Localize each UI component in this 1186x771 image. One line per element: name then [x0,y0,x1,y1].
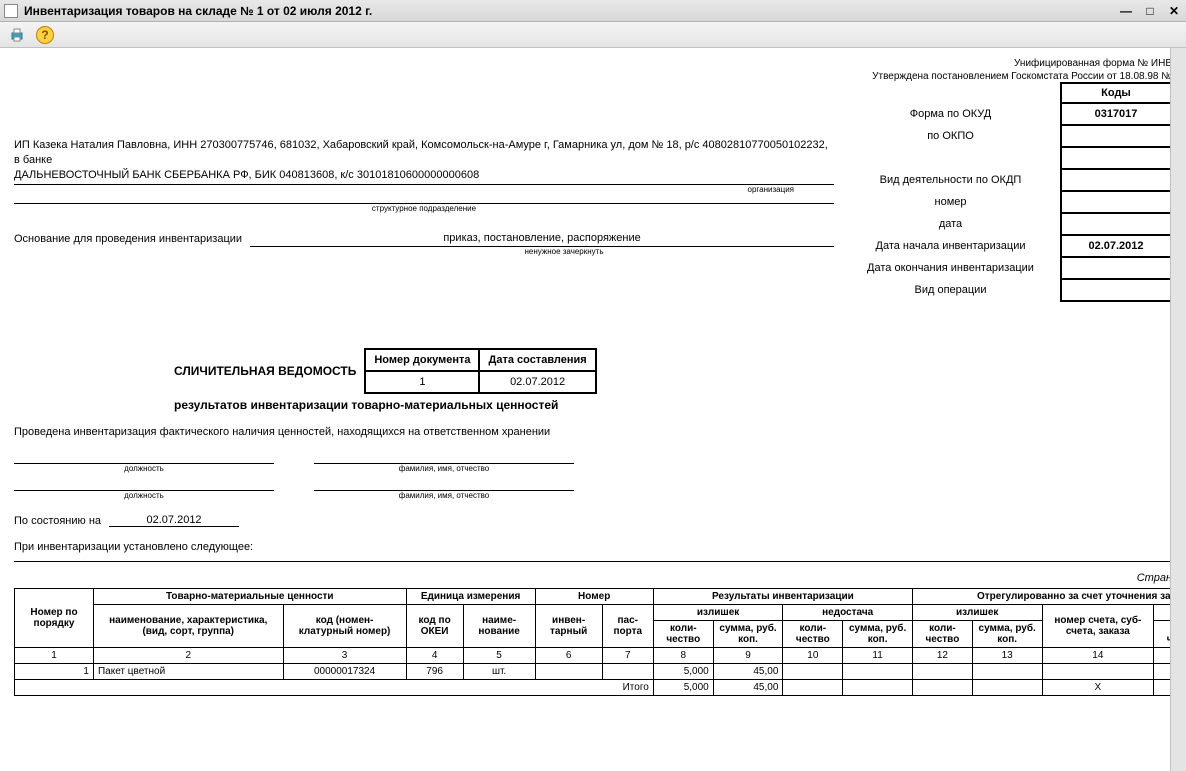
window-title: Инвентаризация товаров на складе № 1 от … [24,4,372,18]
basis-caption: ненужное зачеркнуть [294,247,834,258]
number-value [1061,191,1171,213]
vertical-scrollbar[interactable] [1170,48,1186,771]
print-button[interactable] [6,24,28,46]
maximize-button[interactable]: □ [1142,4,1158,18]
form-meta-line1: Унифицированная форма № ИНВ [14,58,1172,69]
org-caption: организация [14,185,834,196]
start-value: 02.07.2012 [1061,235,1171,257]
findings-paragraph: При инвентаризации установлено следующее… [14,541,1172,553]
date-value [1061,213,1171,235]
okdp-value [1061,169,1171,191]
close-button[interactable]: ✕ [1166,4,1182,18]
end-label: Дата окончания инвентаризации [841,257,1061,279]
basis-label: Основание для проведения инвентаризации [14,232,242,247]
gap1 [1061,147,1171,169]
sig-name-2: фамилия, имя, отчество [314,491,574,500]
codes-block: Коды Форма по ОКУД0317017 по ОКПО Вид де… [841,82,1172,302]
number-label: номер [841,191,1061,213]
okdp-label: Вид деятельности по ОКДП [841,169,1061,191]
end-value [1061,257,1171,279]
okpo-label: по ОКПО [841,125,1061,147]
sig-name-1: фамилия, имя, отчество [314,464,574,473]
table-total-row: Итого 5,000 45,00 X [15,679,1186,695]
page-number-label: Стран [14,572,1172,584]
okud-value: 0317017 [1061,103,1171,125]
document-icon [4,4,18,18]
doc-subtitle: результатов инвентаризации товарно-матер… [174,398,1172,412]
okpo-value [1061,125,1171,147]
help-button[interactable]: ? [34,24,56,46]
codes-header: Коды [1061,83,1171,103]
optype-value [1061,279,1171,301]
minimize-button[interactable]: — [1118,4,1134,18]
status-label: По состоянию на [14,515,101,527]
optype-label: Вид операции [841,279,1061,301]
date-label: дата [841,213,1061,235]
okud-label: Форма по ОКУД [841,103,1061,125]
doc-number-table: Номер документаДата составления 102.07.2… [364,348,596,394]
intro-paragraph: Проведена инвентаризация фактического на… [14,426,1172,438]
inventory-table: Номер по порядку Товарно-материальные це… [14,588,1186,696]
start-label: Дата начала инвентаризации [841,235,1061,257]
doc-title: СЛИЧИТЕЛЬНАЯ ВЕДОМОСТЬ [174,364,356,378]
doc-number: 1 [365,371,479,393]
table-row: 1 Пакет цветной 00000017324 796 шт. 5,00… [15,663,1186,679]
form-meta-line2: Утверждена постановлением Госкомстата Ро… [14,71,1172,82]
unit-caption: структурное подразделение [14,204,834,215]
org-line2: ДАЛЬНЕВОСТОЧНЫЙ БАНК СБЕРБАНКА РФ, БИК 0… [14,168,834,183]
org-line1: ИП Казека Наталия Павловна, ИНН 27030077… [14,138,834,168]
sig-position-1: должность [14,464,274,473]
sig-position-2: должность [14,491,274,500]
status-value: 02.07.2012 [109,514,239,527]
doc-date: 02.07.2012 [479,371,595,393]
basis-value: приказ, постановление, распоряжение [250,231,834,247]
